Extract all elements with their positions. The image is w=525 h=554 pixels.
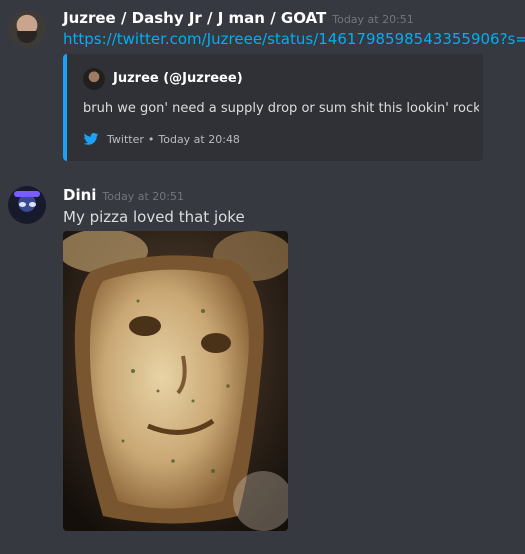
embed-author[interactable]: Juzree (@Juzreee)	[113, 71, 243, 86]
message-timestamp: Today at 20:51	[102, 190, 184, 203]
tweet-link[interactable]: https://twitter.com/Juzreee/status/14617…	[63, 30, 525, 48]
message-author: Dini Today at 20:51	[63, 186, 184, 204]
message-author: Juzree / Dashy Jr / J man / GOAT Today at…	[63, 9, 414, 27]
pizza-face-image	[63, 231, 288, 531]
message-text: My pizza loved that joke	[63, 208, 245, 226]
embed-footer-source: Twitter	[107, 132, 144, 146]
twitter-icon	[83, 132, 99, 145]
embed-footer-time: Today at 20:48	[158, 132, 240, 146]
embed-footer: Twitter • Today at 20:48	[83, 131, 240, 147]
message-timestamp: Today at 20:51	[332, 13, 414, 26]
author-name[interactable]: Dini	[63, 186, 96, 204]
author-name[interactable]: Juzree / Dashy Jr / J man / GOAT	[63, 9, 326, 27]
avatar-juzree[interactable]	[8, 10, 46, 48]
image-attachment[interactable]	[63, 231, 288, 531]
embed-footer-separator: •	[147, 132, 155, 146]
embed-description: bruh we gon' need a supply drop or sum s…	[83, 101, 479, 116]
avatar-dini[interactable]	[8, 186, 46, 224]
embed-author-avatar	[83, 68, 105, 90]
twitter-embed: Juzree (@Juzreee) bruh we gon' need a su…	[63, 54, 483, 161]
